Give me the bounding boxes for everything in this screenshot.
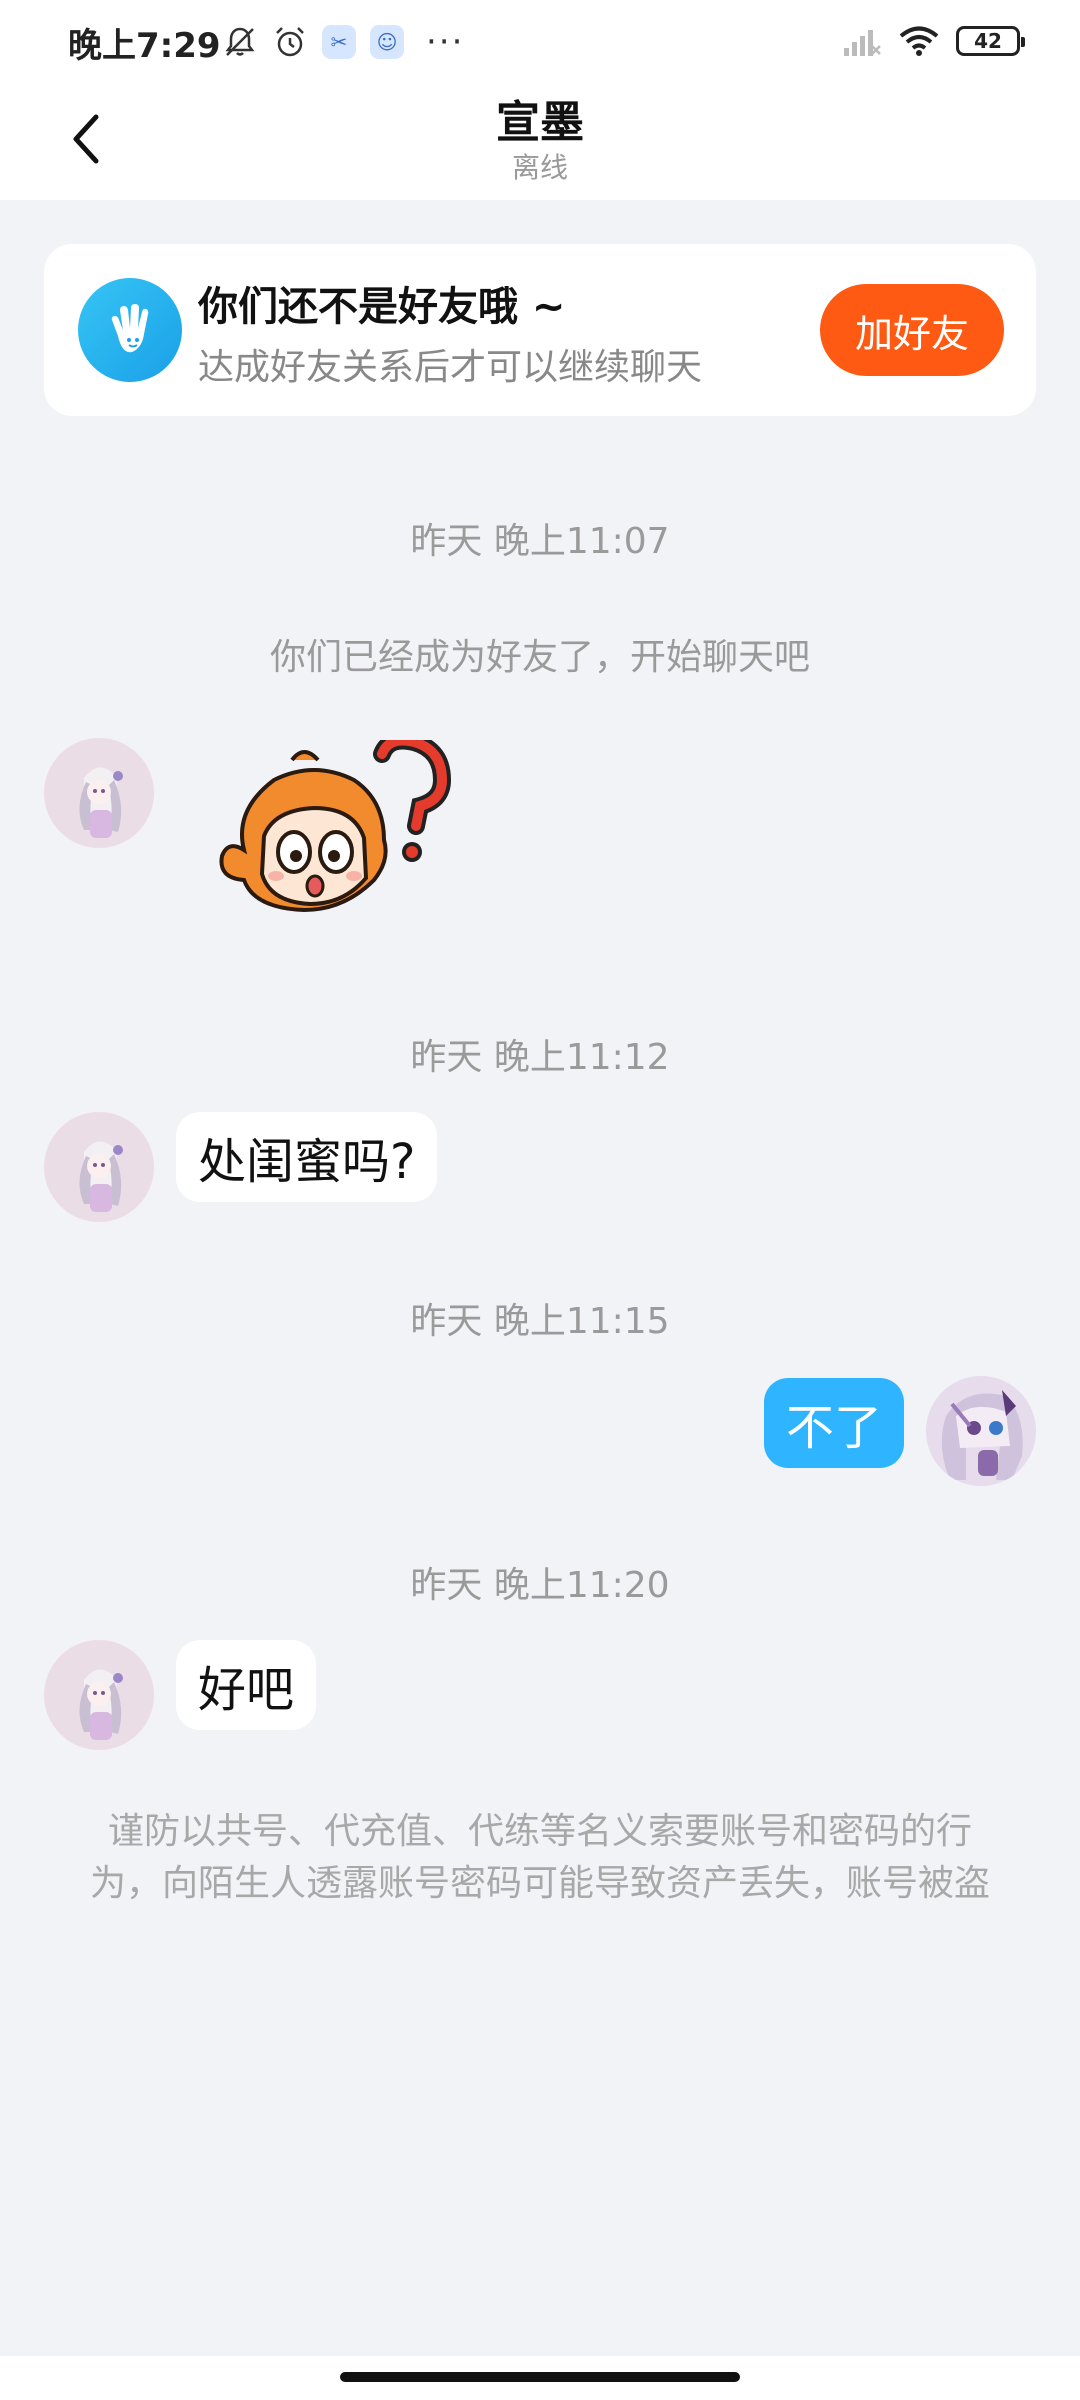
message-timestamp: 昨天 晚上11:12 bbox=[410, 1037, 670, 1078]
banner-title: 你们还不是好友哦 ~ bbox=[198, 284, 566, 330]
home-indicator[interactable] bbox=[340, 2372, 740, 2382]
message-bubble-outgoing[interactable]: 不了 bbox=[763, 1378, 904, 1468]
message-timestamp: 昨天 晚上11:15 bbox=[410, 1301, 670, 1342]
app-icon-1: ✂ bbox=[322, 25, 356, 59]
online-status: 离线 bbox=[511, 151, 568, 184]
wifi-icon bbox=[899, 26, 939, 56]
signal-icon bbox=[844, 30, 881, 56]
add-friend-button[interactable]: 加好友 bbox=[820, 284, 1004, 376]
contact-avatar[interactable] bbox=[44, 1112, 154, 1222]
battery-level: 42 bbox=[974, 29, 1002, 53]
status-icons-left: ✂ ☺ ··· bbox=[222, 22, 464, 62]
battery-icon: 42 bbox=[956, 26, 1025, 56]
my-avatar[interactable] bbox=[926, 1376, 1036, 1486]
chat-header: 宣墨 离线 bbox=[0, 80, 1080, 200]
status-icons-right: 42 bbox=[842, 24, 1025, 58]
status-bar: 晚上7:29 ✂ ☺ ··· 42 bbox=[0, 0, 1080, 80]
status-time: 晚上7:29 bbox=[68, 26, 221, 66]
message-timestamp: 昨天 晚上11:07 bbox=[410, 521, 670, 562]
add-friend-banner: 你们还不是好友哦 ~ 达成好友关系后才可以继续聊天 加好友 bbox=[44, 244, 1036, 416]
contact-avatar[interactable] bbox=[44, 1640, 154, 1750]
mute-icon bbox=[225, 27, 255, 56]
wave-hand-icon bbox=[78, 278, 182, 382]
chat-title: 宣墨 bbox=[496, 97, 584, 148]
confused-sticker[interactable] bbox=[214, 740, 474, 930]
message-timestamp: 昨天 晚上11:20 bbox=[410, 1565, 670, 1606]
app-icon-2: ☺ bbox=[370, 25, 404, 59]
alarm-icon bbox=[276, 27, 304, 57]
contact-avatar[interactable] bbox=[44, 738, 154, 848]
message-bubble-incoming[interactable]: 处闺蜜吗? bbox=[176, 1112, 438, 1202]
system-message: 你们已经成为好友了，开始聊天吧 bbox=[269, 637, 810, 678]
security-warning: 谨防以共号、代充值、代练等名义索要账号和密码的行为，向陌生人透露账号密码可能导致… bbox=[90, 1811, 991, 1904]
banner-subtitle: 达成好友关系后才可以继续聊天 bbox=[198, 347, 703, 388]
message-bubble-incoming[interactable]: 好吧 bbox=[176, 1640, 317, 1730]
more-notifications-icon: ··· bbox=[426, 22, 465, 62]
